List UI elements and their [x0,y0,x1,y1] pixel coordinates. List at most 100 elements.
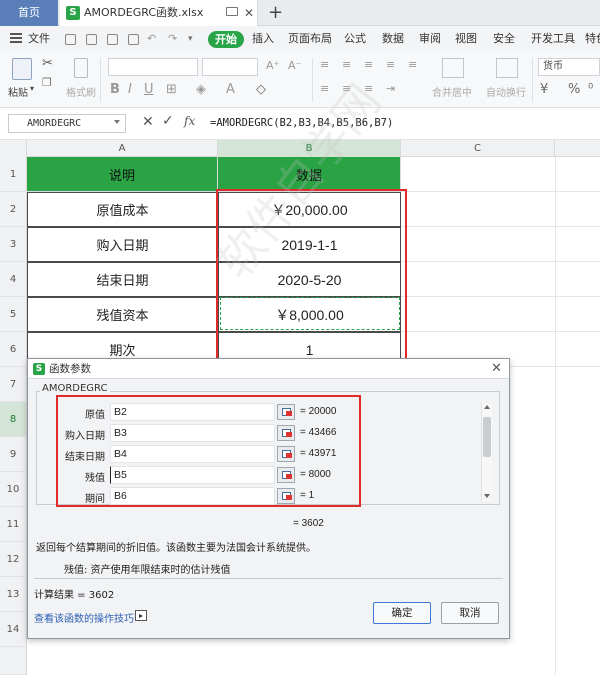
fill-color-icon[interactable]: ◈ [196,82,206,97]
format-painter-button[interactable]: 格式刷 [66,84,96,99]
row-header-11[interactable]: 11 [0,507,27,542]
menu-file[interactable]: 文件 [28,26,50,52]
scrollbar-thumb[interactable] [483,417,491,457]
font-name-select[interactable] [108,58,198,76]
video-play-icon[interactable] [135,610,147,621]
row-header-3[interactable]: 3 [0,227,27,262]
menu-page-layout[interactable]: 页面布局 [288,26,332,52]
indent-icon[interactable]: ⇥ [386,82,395,95]
font-size-select[interactable] [202,58,258,76]
calculation-result: 计算结果 = 3602 [34,590,115,601]
tab-close-icon[interactable]: ✕ [244,0,254,26]
merge-center-button[interactable]: 合并居中 [432,84,472,99]
function-name-label: AMORDEGRC [40,383,110,394]
row-header-6[interactable]: 6 [0,332,27,367]
merge-center-icon[interactable] [442,58,464,78]
copy-icon[interactable]: ❐ [42,76,52,89]
insert-function-button[interactable]: fx [184,114,195,128]
menu-security[interactable]: 安全 [493,26,515,52]
number-format-select[interactable]: 货币 [538,58,600,76]
align-middle-icon[interactable]: ≡ [342,58,351,71]
menu-view[interactable]: 视图 [455,26,477,52]
cell-a3[interactable]: 购入日期 [27,227,218,262]
menu-review[interactable]: 审阅 [419,26,441,52]
wrap-text-icon[interactable] [496,58,518,78]
dialog-titlebar[interactable]: S 函数参数 ✕ [28,359,509,379]
thousands-icon[interactable]: ⁰ [588,82,593,97]
cut-icon[interactable]: ✂ [42,56,53,71]
row-header-10[interactable]: 10 [0,472,27,507]
italic-icon[interactable]: I [128,82,132,97]
ok-button[interactable]: 确定 [373,602,431,624]
align-top-icon[interactable]: ≡ [320,58,329,71]
font-shrink-icon[interactable]: A⁻ [288,59,301,72]
more-dropdown-icon[interactable]: ▾ [188,26,193,52]
currency-icon[interactable]: ¥ [540,82,548,97]
save-icon[interactable] [65,34,76,45]
formula-input[interactable]: =AMORDEGRC(B2,B3,B4,B5,B6,B7) [206,114,594,133]
format-painter-icon[interactable] [74,58,88,78]
undo-icon[interactable]: ↶ [147,26,156,52]
wps-sheet-icon: S [66,6,80,20]
font-grow-icon[interactable]: A⁺ [266,59,279,72]
function-help-link[interactable]: 查看该函数的操作技巧 [34,610,134,625]
clear-icon[interactable]: ◇ [256,82,266,97]
percent-button[interactable]: % [568,82,580,97]
row-header-14[interactable]: 14 [0,612,27,647]
bold-icon[interactable]: B [110,82,120,97]
cell-a1[interactable]: 说明 [27,157,218,192]
menu-bar: 文件 ↶ ↷ ▾ 开始 插入 页面布局 公式 数据 审阅 视图 安全 开发工具 … [0,26,600,52]
hamburger-icon[interactable] [10,33,22,43]
print-preview-icon[interactable] [86,34,97,45]
align-center-icon[interactable]: ≡ [408,58,417,71]
paste-dropdown-icon[interactable]: ▾ [30,84,34,93]
ribbon-toolbar: 粘贴 ▾ ✂ ❐ 格式刷 A⁺ A⁻ B I U ⊞ ◈ A ◇ ≡ ≡ ≡ ≡… [0,52,600,108]
column-header-c[interactable]: C [401,140,555,157]
tab-home[interactable]: 首页 [0,0,58,26]
row-header-13[interactable]: 13 [0,577,27,612]
underline-icon[interactable]: U [144,82,154,97]
scroll-down-icon[interactable] [484,494,490,498]
formula-confirm-icon[interactable]: ✓ [162,113,174,129]
ribbon-separator [532,58,533,102]
align-bottom-icon[interactable]: ≡ [364,58,373,71]
menu-dev-tools[interactable]: 开发工具 [531,26,575,52]
menu-insert[interactable]: 插入 [252,26,274,52]
menu-features[interactable]: 特色 [585,26,600,52]
print-icon[interactable] [107,34,118,45]
export-pdf-icon[interactable] [128,34,139,45]
redo-icon[interactable]: ↷ [168,26,177,52]
name-box-dropdown-icon[interactable] [114,120,120,124]
tab-file[interactable]: S AMORDEGRC函数.xlsx ✕ [60,0,258,26]
cell-a2[interactable]: 原值成本 [27,192,218,227]
paste-button[interactable]: 粘贴 [8,84,28,99]
row-header-2[interactable]: 2 [0,192,27,227]
formula-cancel-icon[interactable]: ✕ [142,114,154,130]
arguments-scrollbar[interactable] [481,403,492,501]
cell-a5[interactable]: 残值资本 [27,297,218,332]
font-color-icon[interactable]: A [226,82,235,97]
menu-data[interactable]: 数据 [382,26,404,52]
border-icon[interactable]: ⊞ [166,82,177,97]
scroll-up-icon[interactable] [484,405,490,409]
align-left-icon[interactable]: ≡ [386,58,395,71]
cancel-button[interactable]: 取消 [441,602,499,624]
row-header-4[interactable]: 4 [0,262,27,297]
dialog-close-icon[interactable]: ✕ [491,360,502,378]
new-tab-button[interactable]: + [268,0,283,26]
column-header-a[interactable]: A [27,140,218,157]
row-header-5[interactable]: 5 [0,297,27,332]
name-box[interactable]: AMORDEGRC [8,114,126,133]
menu-start[interactable]: 开始 [208,31,244,48]
cell-a4[interactable]: 结束日期 [27,262,218,297]
monitor-icon[interactable] [226,7,238,16]
select-all-corner[interactable] [0,140,27,157]
wrap-text-button[interactable]: 自动换行 [486,84,526,99]
row-header-9[interactable]: 9 [0,437,27,472]
menu-formula[interactable]: 公式 [344,26,366,52]
row-header-8[interactable]: 8 [0,402,27,437]
paste-icon[interactable] [12,58,32,80]
row-header-1[interactable]: 1 [0,157,27,192]
row-header-12[interactable]: 12 [0,542,27,577]
row-header-7[interactable]: 7 [0,367,27,402]
